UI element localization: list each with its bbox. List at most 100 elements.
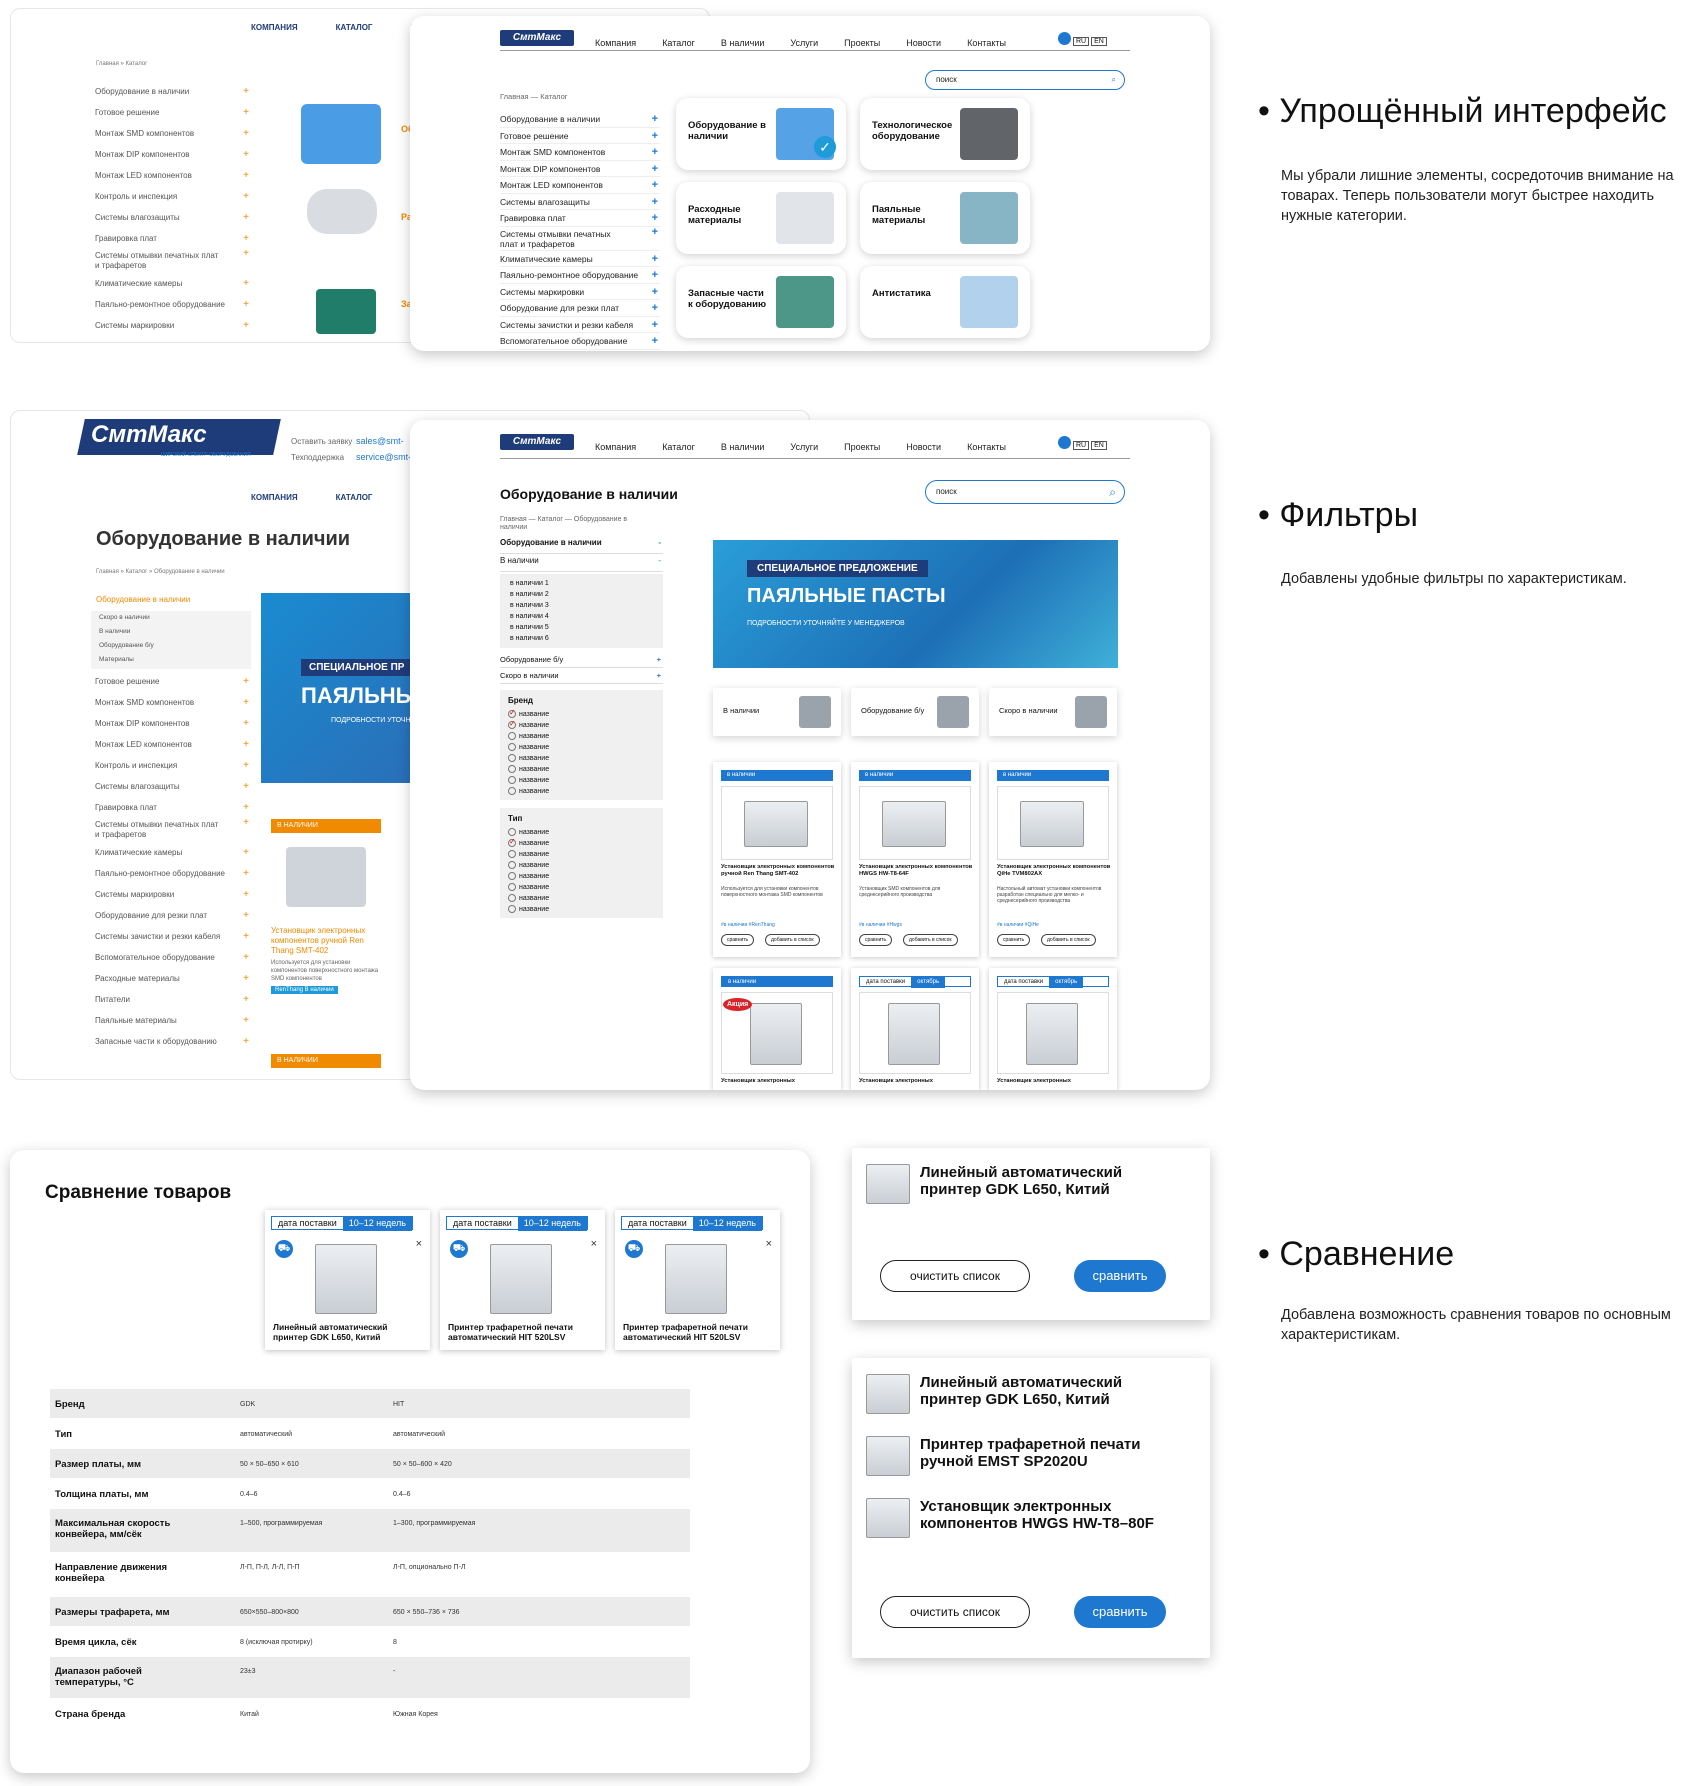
product-tags[interactable]: #в наличии #Hwgs xyxy=(859,922,902,928)
filter-sub-item[interactable]: в наличии 3 xyxy=(510,600,653,611)
plus-icon[interactable]: + xyxy=(652,226,658,237)
menu-item[interactable]: Системы отмывки печатных плат и трафарет… xyxy=(500,226,660,251)
checkbox[interactable] xyxy=(508,765,516,774)
menu-item[interactable]: Гравировка плат + xyxy=(500,210,660,227)
filter-option[interactable]: название xyxy=(508,707,655,720)
checkbox[interactable] xyxy=(508,787,516,796)
product-name[interactable]: Установщик электронных компонентов ручно… xyxy=(721,864,835,878)
add-to-list-button[interactable]: добавить в список xyxy=(765,934,820,946)
plus-icon[interactable]: + xyxy=(243,863,249,884)
menu-item[interactable]: Оборудование в наличии + xyxy=(500,111,660,128)
filter-option[interactable]: название xyxy=(508,786,655,797)
add-to-list-button[interactable]: добавить в список xyxy=(1041,934,1096,946)
plus-icon[interactable]: + xyxy=(243,905,249,926)
plus-icon[interactable]: + xyxy=(243,989,249,1010)
menu-item[interactable]: Системы маркировки + xyxy=(500,284,660,300)
compare-list-item[interactable]: Принтер трафаретной печати ручной EMST S… xyxy=(866,1436,1180,1476)
cart-icon[interactable] xyxy=(1058,436,1071,450)
filter-option[interactable]: название xyxy=(508,775,655,786)
category-chip[interactable]: В наличии xyxy=(713,688,841,736)
compare-button[interactable]: сравнить xyxy=(1074,1260,1166,1292)
old-contact-email[interactable]: sales@smt- xyxy=(356,436,404,446)
menu-item[interactable]: Климатические камеры + xyxy=(91,273,251,294)
menu-item[interactable]: Расходные материалы + xyxy=(91,968,251,989)
cart-icon[interactable]: ⛟ xyxy=(625,1240,643,1258)
product-card[interactable]: в наличии Установщик электронных компонен… xyxy=(713,762,841,957)
nav-item[interactable]: КАТАЛОГ xyxy=(336,23,373,32)
product-card[interactable]: дата поставки октябрь Установщик электронн… xyxy=(989,968,1117,1090)
checkbox[interactable] xyxy=(508,732,516,741)
plus-icon[interactable]: + xyxy=(243,165,249,186)
plus-icon[interactable]: + xyxy=(243,968,249,989)
search-input[interactable]: поиск ⌕ xyxy=(925,70,1125,90)
menu-item[interactable]: Системы отмывки печатных плат и трафарет… xyxy=(91,818,251,842)
compare-list-item[interactable]: Линейный автоматический принтер GDK L650… xyxy=(866,1164,1180,1204)
nav-item[interactable]: Контакты xyxy=(967,442,1006,452)
plus-icon[interactable]: + xyxy=(243,102,249,123)
plus-icon[interactable]: + xyxy=(243,692,249,713)
menu-item[interactable]: Монтаж SMD компонентов + xyxy=(91,123,251,144)
compare-list-item[interactable]: Установщик электронных компонентов HWGS … xyxy=(866,1498,1180,1538)
filter-menu-item[interactable]: Оборудование б/у + xyxy=(500,652,663,668)
menu-item[interactable]: Климатические камеры + xyxy=(500,251,660,267)
checkbox[interactable] xyxy=(508,861,516,870)
menu-item[interactable]: Контроль и инспекция + xyxy=(91,186,251,207)
category-tile[interactable]: Расходные материалы xyxy=(676,182,846,254)
filter-option[interactable]: название xyxy=(508,904,655,915)
product-tags[interactable]: #в наличии #RenThang xyxy=(721,922,775,928)
old-submenu-item[interactable]: В наличии xyxy=(91,625,251,639)
compare-card-name[interactable]: Принтер трафаретной печати автоматически… xyxy=(623,1322,773,1342)
menu-item[interactable]: Системы отмывки печатных плат и трафарет… xyxy=(91,249,251,273)
nav-item[interactable]: Новости xyxy=(906,442,941,452)
menu-item[interactable]: Готовое решение + xyxy=(91,102,251,123)
old-banner[interactable]: СПЕЦИАЛЬНОЕ ПР ПАЯЛЬНЫ ПОДРОБНОСТИ УТОЧН… xyxy=(261,593,421,783)
cart-icon[interactable]: ⛟ xyxy=(450,1240,468,1258)
menu-item[interactable]: Паяльно-ремонтное оборудование + xyxy=(500,267,660,284)
filter-option[interactable]: название xyxy=(508,731,655,742)
logo[interactable]: СмтМакс xyxy=(500,30,574,46)
nav-item[interactable]: Контакты xyxy=(967,38,1006,48)
checkbox[interactable] xyxy=(508,883,516,892)
filter-sub-item[interactable]: в наличии 4 xyxy=(510,611,653,622)
menu-item[interactable]: Монтаж LED компонентов + xyxy=(91,734,251,755)
filter-option[interactable]: название xyxy=(508,849,655,860)
checkbox[interactable] xyxy=(508,743,516,752)
plus-icon[interactable]: + xyxy=(243,713,249,734)
menu-item[interactable]: Оборудование для резки плат + xyxy=(91,905,251,926)
nav-item[interactable]: Проекты xyxy=(844,442,880,452)
menu-item[interactable]: Монтаж LED компонентов + xyxy=(91,165,251,186)
category-tile[interactable]: Паяльные материалы xyxy=(860,182,1030,254)
product-card[interactable]: в наличии Установщик электронных компонен… xyxy=(989,762,1117,957)
plus-icon[interactable]: + xyxy=(243,755,249,776)
menu-item[interactable]: Паяльные материалы + xyxy=(91,1010,251,1031)
product-name[interactable]: Установщик электронных xyxy=(997,1078,1071,1084)
menu-item[interactable]: Оборудование в наличии + xyxy=(91,81,251,102)
close-icon[interactable]: × xyxy=(591,1238,597,1250)
category-tile[interactable]: Запасные части к оборудованию xyxy=(676,266,846,338)
filter-option[interactable]: название xyxy=(508,893,655,904)
nav-item[interactable]: В наличии xyxy=(721,38,765,48)
plus-icon[interactable]: + xyxy=(243,842,249,863)
filter-option[interactable]: название xyxy=(508,836,655,849)
plus-icon[interactable]: + xyxy=(243,1010,249,1031)
plus-icon[interactable]: + xyxy=(243,947,249,968)
plus-icon[interactable]: + xyxy=(652,210,658,226)
compare-button[interactable]: сравнить xyxy=(997,934,1031,946)
menu-item[interactable]: Монтаж DIP компонентов + xyxy=(500,161,660,177)
plus-icon[interactable]: + xyxy=(652,251,658,267)
menu-item[interactable]: Гравировка плат + xyxy=(91,228,251,249)
nav-item[interactable]: Услуги xyxy=(790,38,818,48)
nav-item[interactable]: Компания xyxy=(595,442,636,452)
cart-icon[interactable] xyxy=(1058,32,1071,46)
menu-item[interactable]: Монтаж DIP компонентов + xyxy=(91,144,251,165)
compare-list-item[interactable]: Линейный автоматический принтер GDK L650… xyxy=(866,1374,1180,1414)
menu-item[interactable]: Монтаж SMD компонентов + xyxy=(500,144,660,161)
menu-item[interactable]: Монтаж DIP компонентов + xyxy=(91,713,251,734)
plus-icon[interactable]: + xyxy=(652,194,658,210)
old-contact-email[interactable]: service@smt- xyxy=(356,452,411,462)
cart-icon[interactable]: ⛟ xyxy=(275,1240,293,1258)
filter-option[interactable]: название xyxy=(508,860,655,871)
clear-list-button[interactable]: очистить список xyxy=(880,1596,1030,1628)
menu-item[interactable]: Контроль и инспекция + xyxy=(91,755,251,776)
checkbox[interactable] xyxy=(508,718,516,730)
